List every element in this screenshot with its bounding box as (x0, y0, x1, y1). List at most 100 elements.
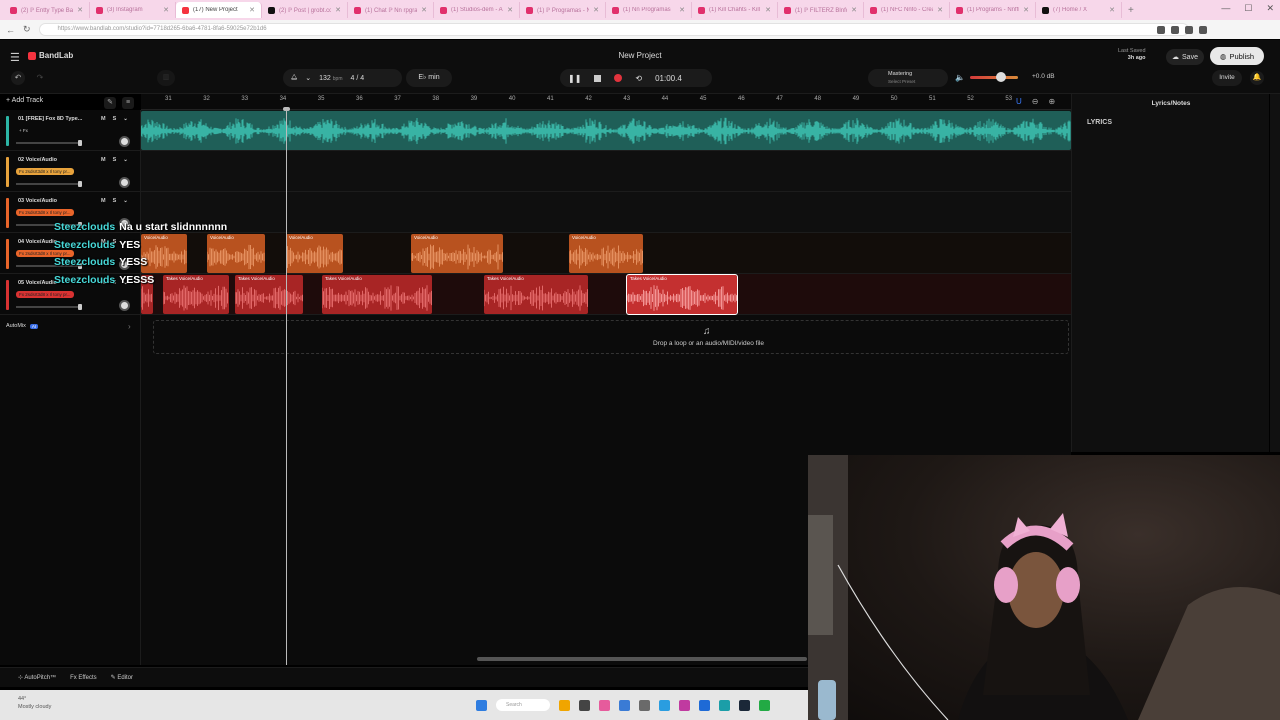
fader-handle[interactable] (78, 140, 82, 146)
time-signature-field[interactable]: 4 / 4 (351, 75, 365, 82)
taskbar-app-icon[interactable] (659, 699, 670, 711)
tools-button[interactable]: ▥ (157, 70, 175, 86)
chevron-down-icon[interactable]: ⌄ (123, 157, 128, 163)
zoom-out-icon[interactable]: ⊖ (1032, 97, 1039, 106)
vertical-scrollbar[interactable] (1270, 94, 1280, 452)
tab-close-icon[interactable]: ✕ (163, 6, 169, 14)
undo-icon[interactable]: ↶ (11, 71, 25, 85)
solo-button[interactable]: S (113, 157, 117, 163)
browser-tab[interactable]: (1) Kill Chahts - Kill ✕ (692, 2, 778, 18)
track-name[interactable]: 05 Voice/Audio (18, 280, 57, 286)
audio-clip[interactable]: Voice/Audio (569, 234, 643, 273)
bpm-field[interactable]: 132 bpm (319, 75, 342, 82)
invite-button[interactable]: Invite (1212, 70, 1242, 86)
browser-tab[interactable]: (7) Home / X ✕ (1036, 2, 1122, 18)
track-fx-chip[interactable]: Fx 2sdsrt3d8 x Il tony pr... (16, 209, 74, 216)
url-field[interactable]: https://www.bandlab.com/studio?id=7718d2… (38, 23, 1189, 36)
autopitch-button[interactable]: ⊹ AutoPitch™ (18, 674, 56, 681)
browser-tab[interactable]: (3) Instagram ✕ (90, 2, 176, 18)
browser-tab[interactable]: (1) ℙ Programas - Nnfo✕ (520, 2, 606, 18)
mute-button[interactable]: M (101, 157, 106, 163)
track-name[interactable]: 03 Voice/Audio (18, 198, 57, 204)
speaker-icon[interactable]: 🔈 (955, 73, 965, 82)
zoom-in-icon[interactable]: ⊕ (1048, 97, 1055, 106)
tab-close-icon[interactable]: ✕ (421, 6, 427, 14)
track-lane[interactable] (141, 151, 1071, 192)
record-icon[interactable] (614, 74, 623, 82)
extension-icon[interactable] (1170, 25, 1179, 34)
taskbar-app-icon[interactable] (699, 699, 710, 711)
stop-icon[interactable] (594, 74, 602, 82)
browser-tab-active[interactable]: (17) New Project ✕ (176, 2, 262, 18)
fader-handle[interactable] (78, 181, 82, 187)
mute-button[interactable]: M (101, 198, 106, 204)
track-fx-chip[interactable]: Fx 2sdsrt3d8 x Il tony pr... (16, 168, 74, 175)
tab-close-icon[interactable]: ✕ (335, 6, 341, 14)
minimize-button[interactable]: — (1221, 3, 1230, 14)
audio-clip[interactable] (141, 111, 1071, 150)
track-name[interactable]: 01 [FREE] Fox 8D Type... (18, 116, 82, 122)
chevron-down-icon[interactable]: ⌄ (123, 198, 128, 204)
taskbar-app-icon[interactable] (619, 699, 630, 711)
key-selector[interactable]: E♭ min (406, 69, 452, 87)
browser-tab[interactable]: (2) ℙ Post | grobt.com✕ (262, 2, 348, 18)
track-header[interactable]: 01 [FREE] Fox 8D Type... M S ⌄ + Fx (0, 110, 141, 151)
track-fx-chip[interactable]: Fx 2sdsrt3d8 x Il tony pr... (16, 291, 74, 298)
close-window-button[interactable]: ✕ (1266, 3, 1274, 14)
loop-icon[interactable]: ⟲ (635, 74, 642, 83)
track-lane[interactable] (141, 110, 1071, 151)
taskbar-app-icon[interactable] (559, 699, 570, 711)
audio-clip[interactable]: Voice/Audio (411, 234, 503, 273)
effects-button[interactable]: Fx Effects (70, 675, 97, 681)
master-volume-handle[interactable] (996, 72, 1006, 82)
taskbar-search[interactable]: Search (496, 699, 550, 711)
audio-clip[interactable]: Takes Voice/Audio (484, 275, 588, 314)
master-volume-slider[interactable] (970, 76, 1018, 79)
weather-widget[interactable]: 44° Mostly cloudy (18, 695, 51, 711)
pencil-icon[interactable]: ✎ (104, 97, 116, 109)
menu-icon[interactable]: ☰ (10, 51, 20, 64)
tab-close-icon[interactable]: ✕ (593, 6, 599, 14)
tab-close-icon[interactable]: ✕ (937, 6, 943, 14)
bandlab-logo[interactable]: BandLab (28, 51, 73, 60)
track-volume-fader[interactable] (16, 181, 82, 187)
browser-tab[interactable]: (1) Chat ℙ Nn rpgrams✕ (348, 2, 434, 18)
taskbar-app-icon[interactable] (639, 699, 650, 711)
track-pan-knob[interactable] (119, 177, 130, 188)
track-header[interactable]: 02 Voice/Audio M S ⌄ Fx 2sdsrt3d8 x Il tony … (0, 151, 141, 192)
audio-clip-selected[interactable]: Takes Voice/Audio (626, 274, 738, 315)
taskbar-app-icon[interactable] (679, 699, 690, 711)
back-icon[interactable]: ← (6, 25, 15, 35)
tab-close-icon[interactable]: ✕ (679, 6, 685, 14)
publish-button[interactable]: ◍ Publish (1210, 47, 1264, 65)
track-pan-knob[interactable] (119, 136, 130, 147)
taskbar-app-icon[interactable] (579, 699, 590, 711)
horizontal-scrollbar[interactable] (477, 657, 807, 661)
drop-zone[interactable] (153, 320, 1069, 354)
pause-icon[interactable]: ❚❚ (568, 74, 581, 83)
browser-tab[interactable]: (1) NFC Nnfo - Creat ✕ (864, 2, 950, 18)
project-title[interactable]: New Project (590, 51, 690, 60)
editor-button[interactable]: ✎ Editor (111, 674, 133, 681)
chevron-down-icon[interactable]: ⌄ (305, 74, 311, 82)
metronome-icon[interactable]: ⧋ (291, 74, 297, 82)
lyrics-label[interactable]: LYRICS (1087, 119, 1112, 126)
fader-handle[interactable] (78, 304, 82, 310)
playhead[interactable] (286, 108, 287, 665)
chevron-right-icon[interactable]: › (128, 322, 131, 331)
tab-close-icon[interactable]: ✕ (765, 6, 771, 14)
extension-icon[interactable] (1156, 25, 1165, 34)
mute-button[interactable]: M (101, 116, 106, 122)
filter-icon[interactable]: ≡ (122, 97, 134, 109)
solo-button[interactable]: S (113, 116, 117, 122)
audio-clip[interactable]: Voice/Audio (286, 234, 343, 273)
extension-icon[interactable] (1198, 25, 1207, 34)
track-lane[interactable]: Takes Voice/Au...Takes Voice/AudioTakes … (141, 274, 1071, 315)
bell-icon[interactable]: 🔔 (1250, 71, 1264, 85)
track-name[interactable]: 02 Voice/Audio (18, 157, 57, 163)
tab-close-icon[interactable]: ✕ (851, 6, 857, 14)
tab-close-icon[interactable]: ✕ (1023, 6, 1029, 14)
maximize-button[interactable]: ☐ (1244, 3, 1252, 14)
browser-tab[interactable]: (1) Studios-dem - Ans✕ (434, 2, 520, 18)
taskbar-app-icon[interactable] (599, 699, 610, 711)
